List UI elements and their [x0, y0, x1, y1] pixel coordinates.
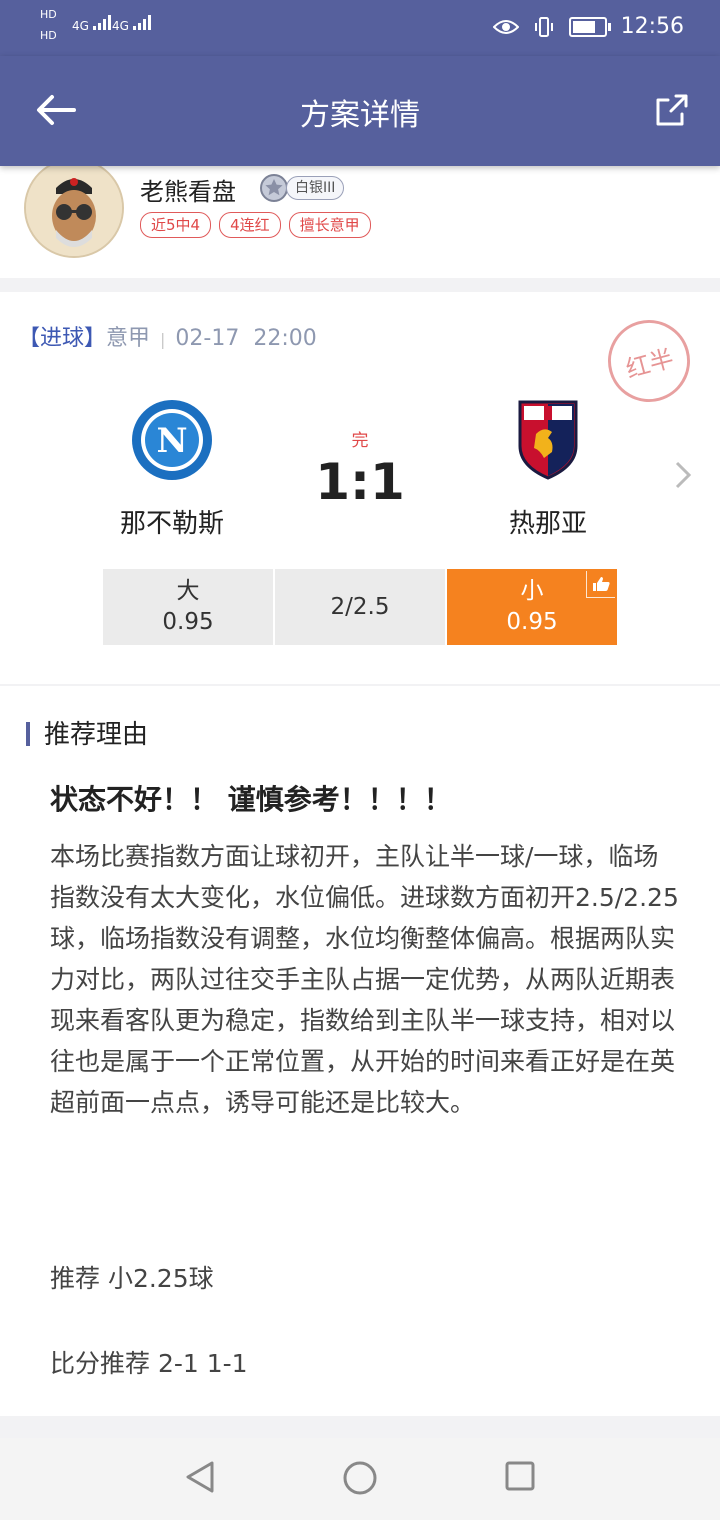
- rank-badge: 白银III: [258, 172, 345, 204]
- home-team-name: 那不勒斯: [119, 509, 224, 539]
- result-stamp: 红半: [598, 310, 700, 412]
- tag-streak: 4连红: [219, 212, 281, 238]
- plan-type: 【进球】: [18, 326, 107, 351]
- nav-back-icon[interactable]: [184, 1460, 216, 1494]
- author-name[interactable]: 老熊看盘: [140, 172, 236, 207]
- divider: |: [160, 330, 166, 349]
- author-panel: 老熊看盘 白银III 近5中4 4连红 擅长意甲: [0, 158, 720, 278]
- status-right: 12:56: [492, 14, 684, 39]
- match-meta: 【进球】意甲 | 02-17 22:00: [18, 320, 317, 352]
- odds-over-label: 大: [176, 578, 200, 604]
- signal-strength-icon: 4G: [112, 14, 153, 33]
- odds-row: 大 0.95 2/2.5 小 0.95: [103, 569, 617, 645]
- recommendation: 推荐 小2.25球: [50, 1264, 214, 1293]
- final-score: 1:1: [315, 453, 405, 511]
- rank-label: 白银III: [286, 176, 345, 200]
- odds-under-selected[interactable]: 小 0.95: [447, 569, 617, 645]
- match-status: 完: [351, 431, 369, 451]
- reason-panel: 推荐理由 状态不好！！ 谨慎参考！！！！ 本场比赛指数方面让球初开，主队让半一球…: [0, 686, 720, 1416]
- odds-over-value: 0.95: [162, 609, 214, 635]
- odds-line: 2/2.5: [275, 569, 445, 645]
- away-team: 热那亚: [448, 398, 648, 540]
- odds-over[interactable]: 大 0.95: [103, 569, 273, 645]
- signal-label: 4G: [112, 19, 129, 33]
- thumbs-up-icon: [586, 571, 615, 598]
- avatar[interactable]: [24, 158, 124, 258]
- section-heading: 推荐理由: [26, 714, 148, 751]
- nav-home-icon[interactable]: [342, 1460, 378, 1496]
- vibrate-icon: [534, 16, 553, 37]
- nav-recents-icon[interactable]: [504, 1460, 536, 1492]
- clock: 12:56: [620, 14, 684, 39]
- napoli-logo-icon: N: [132, 400, 212, 480]
- network-indicators: HD HD: [40, 8, 57, 42]
- heading-accent-bar: [26, 722, 30, 746]
- app-bar: 方案详情: [0, 56, 720, 166]
- author-tags: 近5中4 4连红 擅长意甲: [140, 212, 371, 238]
- hd-badge: HD: [40, 29, 57, 42]
- match-time: 22:00: [253, 326, 317, 351]
- section-heading-text: 推荐理由: [44, 720, 149, 750]
- hd-badge: HD: [40, 8, 57, 21]
- signal-label: 4G: [72, 19, 89, 33]
- score-recommendation: 比分推荐 2-1 1-1: [50, 1349, 248, 1378]
- share-icon[interactable]: [654, 92, 690, 128]
- tag-specialty: 擅长意甲: [288, 212, 371, 238]
- tag-recent-record: 近5中4: [140, 212, 212, 238]
- system-nav-bar: [0, 1438, 720, 1520]
- genoa-logo-icon: [518, 400, 578, 480]
- reason-headline: 状态不好！！ 谨慎参考！！！！: [50, 783, 452, 816]
- home-team: N 那不勒斯: [72, 398, 272, 540]
- status-bar: HD HD 4G 4G 12:56: [0, 0, 720, 56]
- signal-strength-icon: 4G: [72, 14, 113, 33]
- score-board: 完 1:1: [260, 426, 460, 511]
- odds-line-value: 2/2.5: [330, 593, 390, 620]
- avatar-illustration: [26, 160, 122, 256]
- chevron-right-icon[interactable]: [674, 460, 692, 490]
- eye-icon: [492, 19, 519, 34]
- match-date: 02-17: [175, 326, 240, 351]
- league-name: 意甲: [106, 326, 151, 351]
- battery-icon: [568, 16, 611, 37]
- match-card[interactable]: 【进球】意甲 | 02-17 22:00 红半 N 那不勒斯 完 1:1 热那亚 大…: [0, 292, 720, 684]
- odds-under-value: 0.95: [506, 609, 558, 635]
- page-title: 方案详情: [300, 98, 420, 133]
- napoli-logo-letter: N: [156, 421, 187, 461]
- away-team-name: 热那亚: [508, 509, 587, 539]
- reason-body: 本场比赛指数方面让球初开，主队让半一球/一球，临场指数没有太大变化，水位偏低。进…: [50, 842, 679, 1117]
